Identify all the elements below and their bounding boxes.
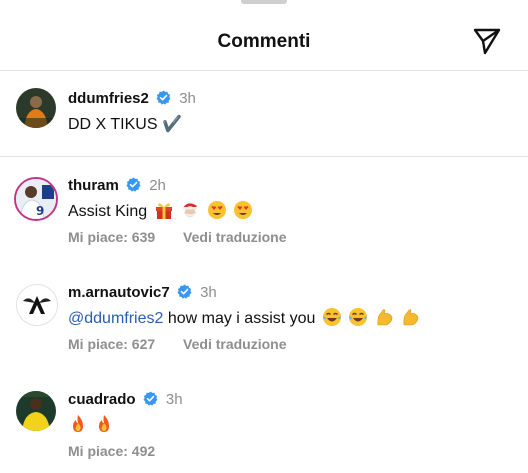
flexed-biceps-icon: [377, 309, 393, 326]
mention-link[interactable]: @ddumfries2: [68, 310, 163, 327]
comment-username[interactable]: ddumfries2 3h: [68, 90, 196, 107]
comment-actions: Mi piace: 492: [68, 443, 179, 459]
username-text[interactable]: ddumfries2: [68, 90, 149, 107]
avatar[interactable]: [16, 88, 56, 128]
verified-badge-icon: [126, 177, 141, 192]
santa-icon: [183, 203, 198, 218]
likes-count[interactable]: Mi piace: 492: [68, 443, 155, 459]
comments-header: Commenti: [0, 0, 528, 71]
laughing-tears-icon: [322, 308, 341, 326]
verified-badge-icon: [156, 90, 171, 105]
caption-text: DD X TIKUS ✔️: [68, 116, 182, 133]
comment-username[interactable]: thuram 2h: [68, 177, 166, 194]
comment-actions: Mi piace: 627 Vedi traduzione: [68, 336, 311, 352]
comment-time: 3h: [200, 284, 217, 301]
heart-eyes-icon: [207, 201, 226, 219]
comment-text: Assist King: [68, 200, 253, 221]
comment-body: Assist King: [68, 203, 148, 220]
comment-text: [66, 414, 114, 435]
page-title: Commenti: [217, 31, 311, 52]
comment-time: 3h: [179, 90, 196, 107]
comment-text: @ddumfries2 how may i assist you: [68, 307, 421, 328]
comment-time: 3h: [165, 391, 183, 408]
likes-count[interactable]: Mi piace: 639: [68, 229, 155, 245]
likes-count[interactable]: Mi piace: 627: [68, 336, 155, 352]
username-text[interactable]: cuadrado: [68, 391, 136, 408]
fire-icon: [73, 415, 83, 432]
comment-username[interactable]: m.arnautovic7 3h: [68, 284, 217, 301]
verified-badge-icon: [143, 391, 158, 406]
avatar[interactable]: 9: [14, 177, 58, 221]
share-button[interactable]: [472, 26, 502, 56]
verified-badge-icon: [177, 284, 192, 299]
avatar[interactable]: [16, 284, 58, 326]
username-text[interactable]: m.arnautovic7: [68, 284, 170, 301]
laughing-tears-icon: [349, 308, 368, 326]
username-text[interactable]: thuram: [68, 177, 119, 194]
translate-link[interactable]: Vedi traduzione: [183, 336, 286, 352]
comment-username[interactable]: cuadrado 3h: [68, 391, 183, 408]
fire-icon: [99, 415, 110, 432]
comment-body: how may i assist you: [163, 310, 316, 327]
avatar[interactable]: [16, 391, 56, 431]
flexed-biceps-icon: [403, 309, 419, 326]
paper-plane-icon: [473, 28, 501, 55]
translate-link[interactable]: Vedi traduzione: [183, 229, 286, 245]
comment-actions: Mi piace: 639 Vedi traduzione: [68, 229, 311, 245]
svg-text:9: 9: [36, 204, 44, 218]
heart-eyes-icon: [233, 201, 252, 219]
post-caption: ddumfries2 3h DD X TIKUS ✔️: [0, 70, 528, 157]
gift-icon: [155, 203, 172, 219]
comment-time: 2h: [149, 177, 166, 194]
